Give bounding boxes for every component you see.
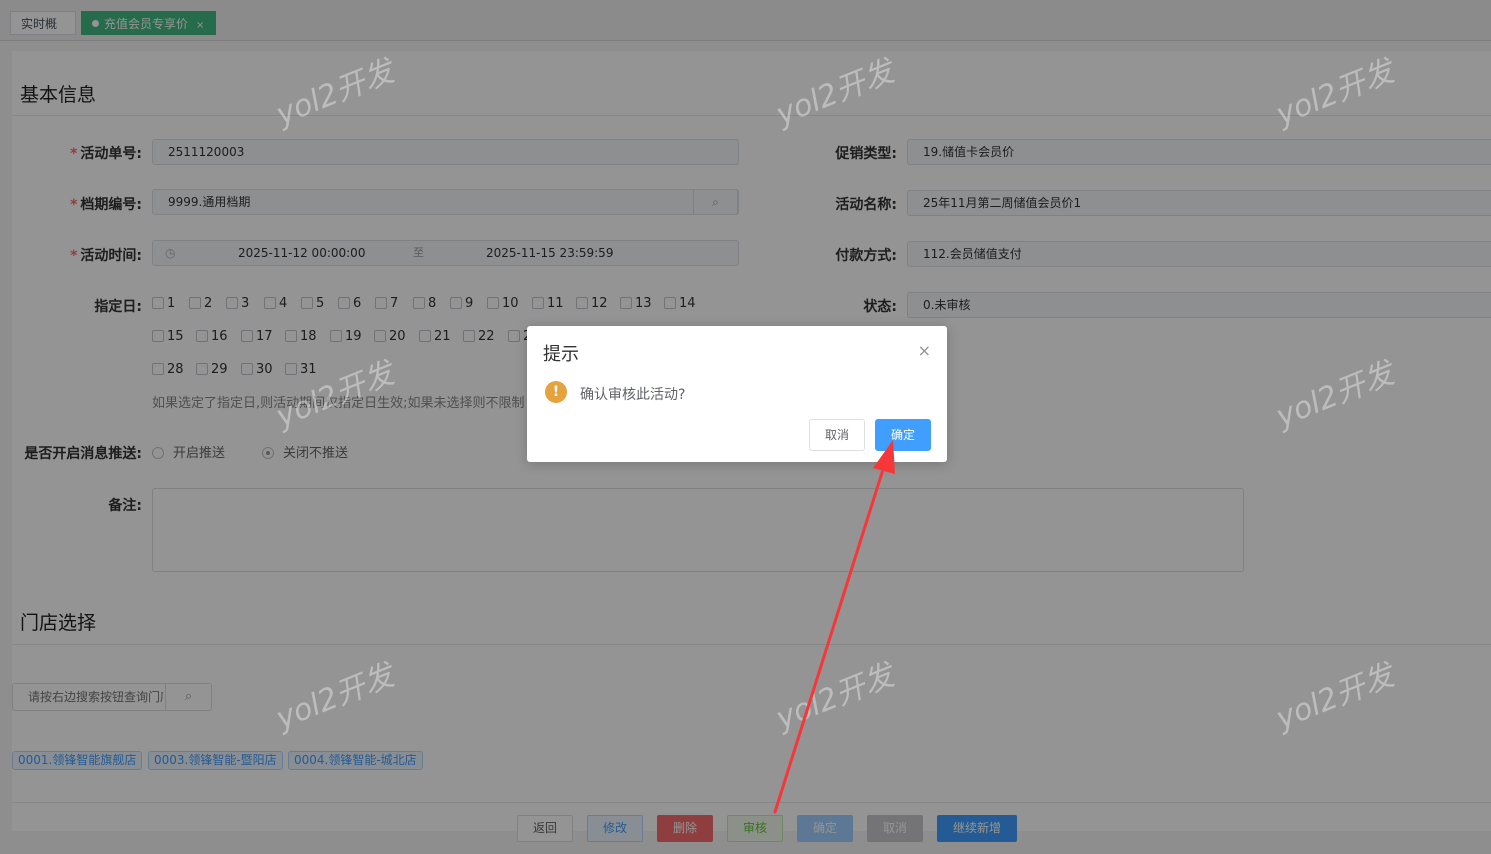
warning-icon: !: [545, 381, 567, 403]
confirm-dialog: 提示 × ! 确认审核此活动? 取消 确定 yol2开发: [527, 326, 947, 462]
dialog-ok-button[interactable]: 确定: [875, 419, 931, 451]
dialog-message: 确认审核此活动?: [580, 387, 686, 403]
dialog-title: 提示: [543, 344, 579, 365]
dialog-cancel-button[interactable]: 取消: [809, 419, 865, 451]
close-icon[interactable]: ×: [918, 341, 931, 360]
